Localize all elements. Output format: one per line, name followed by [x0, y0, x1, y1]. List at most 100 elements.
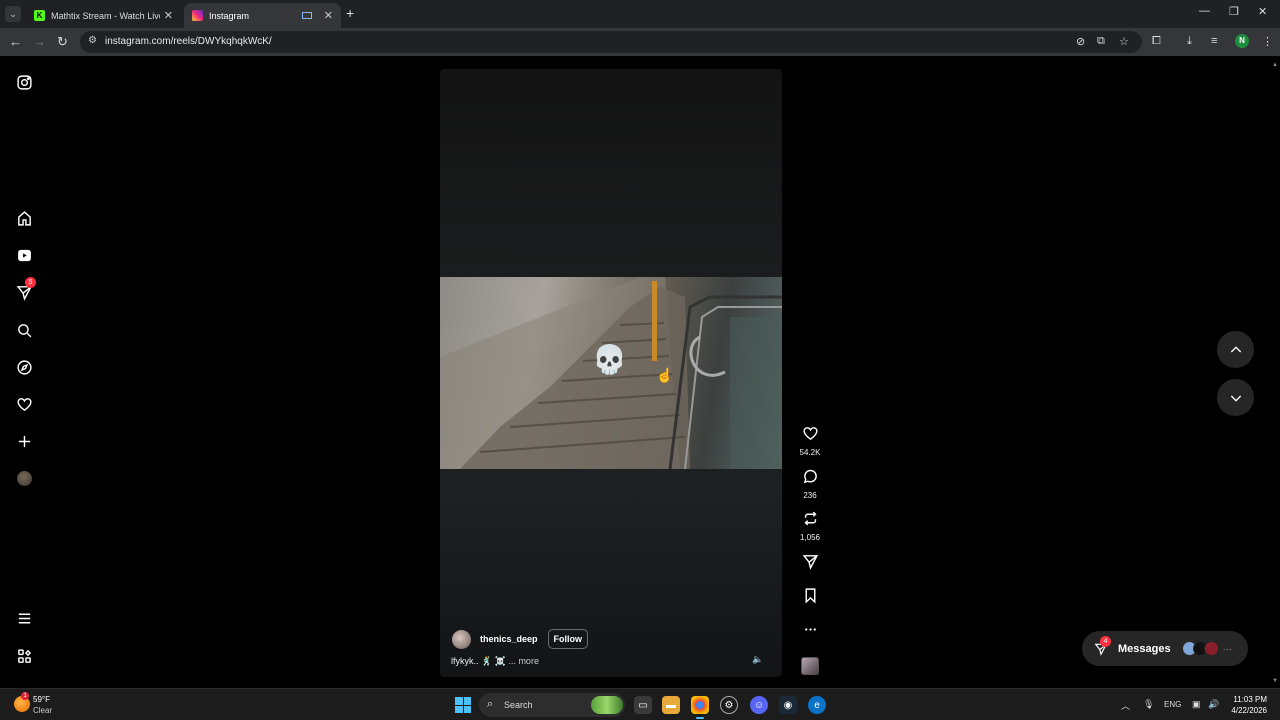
reel-author: thenics_deep Follow	[452, 629, 589, 649]
url-text[interactable]: instagram.com/reels/DWYkqhqkWcK/	[105, 36, 272, 47]
caption-text: lfykyk.. 🕺 ☠️	[451, 656, 506, 666]
reels-icon[interactable]	[14, 245, 34, 265]
messages-label: Messages	[1118, 642, 1171, 655]
volume-icon[interactable]: 🔊	[1208, 699, 1219, 710]
display-icon[interactable]: ▣	[1192, 699, 1201, 710]
repost-icon	[804, 511, 816, 526]
language-indicator[interactable]: ENG	[1164, 700, 1181, 709]
site-info-icon[interactable]: ⚙	[88, 35, 97, 46]
instagram-logo-icon[interactable]	[14, 72, 34, 92]
edge-icon[interactable]: e	[808, 696, 826, 714]
author-username[interactable]: thenics_deep	[480, 634, 538, 644]
follow-button[interactable]: Follow	[547, 629, 589, 649]
also-from-meta-icon[interactable]	[14, 646, 34, 666]
kick-favicon-icon: K	[34, 10, 45, 21]
hand-cursor-icon: ☝	[656, 367, 674, 383]
more-dots-icon	[804, 628, 816, 631]
messages-unread-badge: 4	[1100, 635, 1111, 647]
save-button[interactable]	[793, 587, 827, 609]
media-controls-icon[interactable]: ≡	[1211, 35, 1217, 47]
bookmark-star-icon[interactable]: ☆	[1119, 35, 1129, 48]
taskbar-search-box[interactable]: ⌕ Search	[479, 693, 625, 717]
scroll-up-icon[interactable]: ▲	[1272, 62, 1278, 68]
messages-more-icon: ···	[1222, 643, 1232, 654]
caption-more-link[interactable]: ... more	[508, 656, 539, 666]
minimize-icon[interactable]: —	[1199, 5, 1210, 17]
comment-bubble-icon	[803, 469, 817, 484]
window-close-icon[interactable]: ✕	[1258, 5, 1267, 18]
tracking-blocked-icon[interactable]: ⊘	[1076, 35, 1085, 48]
browser-tab-bar: ⌄ K Mathtix Stream - Watch Live on ✕ Ins…	[0, 0, 1280, 28]
messages-pill[interactable]: 4 Messages ···	[1082, 631, 1248, 666]
close-tab-icon[interactable]: ✕	[324, 9, 333, 22]
audio-volume-icon[interactable]: 🔈	[752, 654, 763, 665]
steam-icon[interactable]: ◉	[779, 696, 797, 714]
repost-count: 1,056	[799, 533, 821, 542]
downloads-icon[interactable]: ⤓	[1187, 35, 1192, 48]
notification-badge: 5	[25, 277, 36, 288]
share-button[interactable]	[793, 553, 827, 575]
reel-caption: lfykyk.. 🕺 ☠️ ... more	[451, 656, 539, 667]
more-menu-icon[interactable]	[14, 608, 34, 628]
browser-menu-icon[interactable]: ⋮	[1262, 35, 1273, 48]
clock-time[interactable]: 11:03 PM	[1231, 695, 1267, 704]
steelseries-icon[interactable]: ⚙	[720, 696, 738, 714]
weather-temperature[interactable]: 59°F	[33, 695, 50, 704]
task-view-icon[interactable]: ▭	[634, 696, 652, 714]
tab-mathtix-stream[interactable]: K Mathtix Stream - Watch Live on ✕	[26, 3, 181, 28]
direct-messages-icon[interactable]: 5	[14, 277, 36, 302]
home-icon[interactable]	[14, 208, 34, 228]
avatar	[1203, 641, 1219, 656]
windows-taskbar: 1 59°F Clear ⌕ Search ▭ ▬ ⚙ ☺ ◉ e ︿ 🎙 EN…	[0, 688, 1280, 720]
like-heart-icon	[802, 427, 818, 441]
search-icon[interactable]	[14, 320, 34, 340]
like-count: 54.2K	[799, 448, 821, 457]
new-tab-button[interactable]: +	[346, 5, 354, 21]
reel-video[interactable]: 💀 ☝	[440, 277, 782, 469]
chevron-up-icon	[1230, 345, 1241, 352]
more-options-button[interactable]	[793, 621, 827, 643]
weather-alert-badge: 1	[21, 692, 29, 700]
next-reel-button[interactable]	[1217, 379, 1254, 416]
create-plus-icon[interactable]	[14, 431, 34, 451]
notifications-heart-icon[interactable]	[14, 394, 34, 414]
instagram-favicon-icon	[192, 10, 203, 21]
reload-icon[interactable]: ↻	[57, 34, 68, 50]
discord-icon[interactable]: ☺	[750, 696, 768, 714]
file-explorer-icon[interactable]: ▬	[662, 696, 680, 714]
explore-compass-icon[interactable]	[14, 357, 34, 377]
comment-count: 236	[803, 491, 817, 500]
forward-icon[interactable]: →	[33, 34, 46, 49]
tab-search-chevron-icon[interactable]: ⌄	[5, 6, 21, 22]
previous-reel-button[interactable]	[1217, 331, 1254, 368]
like-button[interactable]: 54.2K	[793, 425, 827, 457]
back-icon[interactable]: ←	[9, 34, 22, 49]
page-scrollbar[interactable]: ▲ ▼	[1271, 58, 1280, 688]
close-tab-icon[interactable]: ✕	[164, 9, 173, 22]
tab-instagram[interactable]: Instagram ✕	[184, 3, 341, 28]
address-bar[interactable]: ⚙ instagram.com/reels/DWYkqhqkWcK/ ⊘ ⧉ ☆	[80, 31, 1142, 53]
repost-button[interactable]: 1,056	[793, 510, 827, 542]
scroll-down-icon[interactable]: ▼	[1272, 678, 1278, 684]
profile-nav-item[interactable]	[14, 468, 34, 488]
instagram-page: 5 💀 ☝ thenics_deep Follow lfykyk.. 🕺 ☠️ …	[0, 58, 1271, 688]
audio-track-thumbnail[interactable]	[801, 657, 819, 675]
comment-button[interactable]: 236	[793, 468, 827, 500]
search-icon: ⌕	[487, 698, 494, 710]
tab-media-indicator-icon[interactable]	[301, 12, 312, 19]
restore-icon[interactable]: ❐	[1229, 5, 1239, 18]
skull-emoji-sticker: 💀	[592, 344, 627, 375]
start-windows-icon[interactable]	[455, 697, 471, 713]
chrome-icon[interactable]	[691, 696, 709, 719]
install-app-icon[interactable]: ⧉	[1097, 35, 1105, 48]
microphone-icon[interactable]: 🎙	[1143, 699, 1154, 710]
tray-overflow-chevron-icon[interactable]: ︿	[1121, 699, 1130, 712]
extensions-icon[interactable]: ⧠	[1152, 35, 1161, 48]
clock-date[interactable]: 4/22/2026	[1225, 706, 1267, 715]
messages-send-icon: 4	[1094, 635, 1111, 656]
weather-condition[interactable]: Clear	[33, 706, 52, 715]
author-avatar[interactable]	[452, 629, 471, 649]
bookmark-icon	[805, 588, 815, 604]
reel-player[interactable]: 💀 ☝ thenics_deep Follow lfykyk.. 🕺 ☠️ ..…	[440, 69, 782, 677]
profile-avatar[interactable]: N	[1235, 34, 1249, 48]
